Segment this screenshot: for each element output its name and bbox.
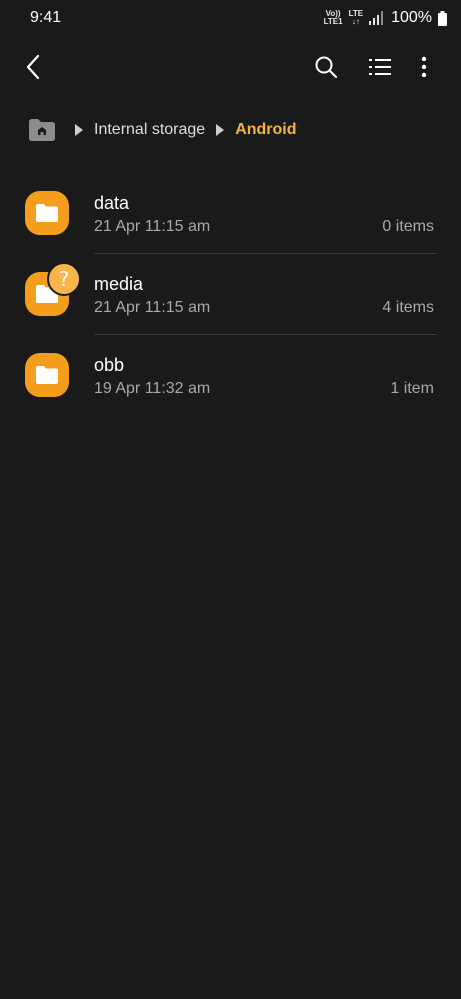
signal-icon [369,11,384,25]
breadcrumb-arrow-icon [216,124,225,136]
lte-indicator: LTE ↓↑ [349,10,364,26]
chevron-left-icon [26,54,40,80]
folder-date: 21 Apr 11:15 am [94,218,211,235]
folder-row-media[interactable]: ? media 21 Apr 11:15 am 4 items [0,254,461,335]
folder-name: media [94,274,144,294]
file-manager-screen: 9:41 Vo)) LTE1 LTE ↓↑ 100% Internal stor… [0,0,461,999]
breadcrumb-android[interactable]: Android [235,121,296,139]
folder-icon [25,191,69,235]
folder-icon [25,353,69,397]
search-icon [315,56,338,79]
folder-item-count: 0 items [382,218,434,235]
status-indicators: Vo)) LTE1 LTE ↓↑ 100% [324,9,447,27]
breadcrumb-internal-storage[interactable]: Internal storage [94,121,205,139]
list-view-icon [369,59,391,75]
volte-line2: LTE1 [323,17,343,26]
battery-icon [438,10,447,26]
question-badge-icon: ? [47,262,81,296]
lte-line2: ↓↑ [351,17,360,26]
folder-name: obb [94,355,125,375]
breadcrumb-arrow-icon [75,124,83,136]
list-view-button[interactable] [358,44,402,90]
battery-percent: 100% [391,9,432,26]
folder-item-count: 4 items [382,299,434,316]
more-vertical-icon [421,56,427,78]
folder-date: 19 Apr 11:32 am [94,380,211,397]
volte-indicator: Vo)) LTE1 [324,10,343,26]
folder-item-count: 1 item [390,380,434,397]
folder-row-data[interactable]: data 21 Apr 11:15 am 0 items [0,173,461,254]
folder-date: 21 Apr 11:15 am [94,299,211,316]
more-options-button[interactable] [402,44,446,90]
search-button[interactable] [304,44,348,90]
folder-row-obb[interactable]: obb 19 Apr 11:32 am 1 item [0,335,461,416]
home-folder-icon[interactable] [28,118,56,142]
status-time: 9:41 [30,9,62,26]
breadcrumb: Internal storage Android [0,108,461,152]
status-bar: 9:41 Vo)) LTE1 LTE ↓↑ 100% [0,0,461,36]
back-button[interactable] [12,44,56,90]
folder-name: data [94,193,130,213]
file-list: data 21 Apr 11:15 am 0 items ? media 21 … [0,173,461,416]
toolbar [0,44,461,92]
